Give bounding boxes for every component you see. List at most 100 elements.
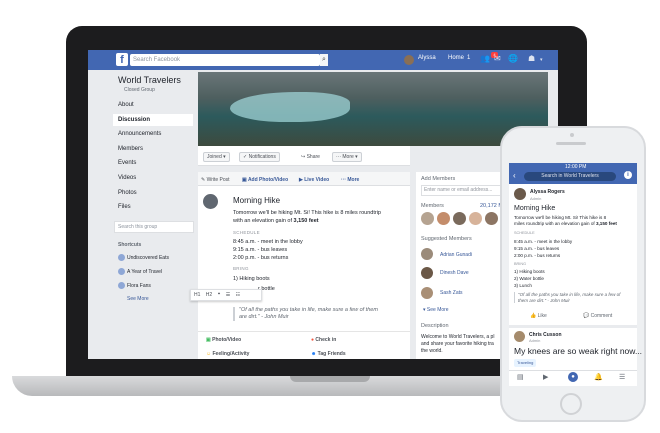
- schedule-label: SCHEDULE: [233, 230, 260, 235]
- product-mockup: f Search Facebook ⌕ Alyssa Home 1 👥 4 ✉ …: [0, 0, 660, 433]
- notifications-button[interactable]: ✓ Notifications: [239, 152, 280, 162]
- write-post-label: Write Post: [206, 177, 230, 183]
- nav-item-members[interactable]: Members: [118, 146, 143, 152]
- bring-label: BRING: [233, 266, 249, 271]
- notifications-icon[interactable]: 🌐: [508, 54, 518, 63]
- photo-video-option[interactable]: ▣ Photo/Video: [206, 337, 241, 343]
- schedule-item[interactable]: 2:00 p.m. - bus returns: [233, 255, 288, 261]
- suggested-member-avatar[interactable]: [421, 267, 433, 279]
- group-title[interactable]: World Travelers: [118, 75, 181, 85]
- bulleted-list-icon[interactable]: ☰: [226, 292, 230, 298]
- mobile-bring-label: BRING: [514, 262, 527, 266]
- nav-item-photos[interactable]: Photos: [118, 190, 137, 196]
- mobile-schedule-label: SCHEDULE: [514, 231, 535, 235]
- add-photo-video-tab[interactable]: ▣ Add Photo/Video: [242, 177, 288, 183]
- post-line-2[interactable]: with an elevation gain of 3,150 feet: [233, 218, 319, 224]
- nav-item-about[interactable]: About: [118, 102, 134, 108]
- status-bar-time: 12:00 PM: [565, 164, 587, 170]
- write-post-tab[interactable]: ✎ Write Post: [201, 177, 230, 183]
- messages-icon[interactable]: ✉: [494, 54, 501, 63]
- schedule-item[interactable]: 8:45 a.m. - meet in the lobby: [233, 239, 303, 245]
- nav-item-events[interactable]: Events: [118, 160, 136, 166]
- see-more-link[interactable]: See More: [127, 296, 149, 302]
- add-members-input[interactable]: Enter name or email address...: [421, 185, 501, 196]
- schedule-item[interactable]: 9:15 a.m. - bus leaves: [233, 247, 287, 253]
- nav-item-discussion[interactable]: Discussion: [118, 117, 150, 123]
- joined-button[interactable]: Joined ▾: [203, 152, 230, 162]
- nav-item-announcements[interactable]: Announcements: [118, 131, 161, 137]
- bring-item[interactable]: 1) Hiking boots: [233, 276, 270, 282]
- numbered-list-icon[interactable]: ☷: [236, 292, 240, 298]
- info-icon[interactable]: i: [624, 171, 632, 179]
- topic-tag[interactable]: Traveling: [514, 359, 537, 367]
- add-members-heading: Add Members: [421, 176, 456, 182]
- group-search-input[interactable]: Search this group: [114, 221, 194, 233]
- suggested-member-avatar[interactable]: [421, 287, 433, 299]
- see-more-members-link[interactable]: ▾ See More: [423, 307, 449, 313]
- author-avatar[interactable]: [514, 188, 526, 200]
- member-avatar[interactable]: [453, 212, 466, 225]
- home-link[interactable]: Home: [448, 55, 464, 61]
- search-icon[interactable]: ⌕: [320, 54, 328, 66]
- notifications-bell-icon[interactable]: 🔔: [594, 373, 603, 381]
- comment-button[interactable]: 💬 Comment: [583, 313, 612, 319]
- member-avatar[interactable]: [469, 212, 482, 225]
- feeling-label: Feeling/Activity: [212, 351, 250, 357]
- more-button[interactable]: ··· More ▾: [332, 152, 362, 162]
- more-label: More: [342, 154, 354, 160]
- author-role: Admin: [529, 338, 541, 343]
- heading-1-button[interactable]: H1: [194, 292, 200, 298]
- tag-friends-option[interactable]: ☻ Tag Friends: [311, 351, 346, 357]
- friend-requests-icon[interactable]: 👥: [480, 54, 490, 63]
- shortcut-a-year-of-travel[interactable]: A Year of Travel: [118, 268, 162, 275]
- menu-icon[interactable]: ☰: [619, 373, 625, 381]
- nav-item-files[interactable]: Files: [118, 204, 131, 210]
- feeling-option[interactable]: ☺ Feeling/Activity: [206, 351, 249, 357]
- facebook-top-bar: f Search Facebook ⌕ Alyssa Home 1 👥 4 ✉ …: [88, 50, 558, 70]
- live-video-tab[interactable]: ▶ Live Video: [299, 177, 329, 183]
- heading-2-button[interactable]: H2: [206, 292, 212, 298]
- watch-icon[interactable]: ▶: [543, 373, 548, 381]
- phone-home-button[interactable]: [560, 393, 582, 415]
- post-quote[interactable]: "Of all the paths you take in life, make…: [233, 307, 383, 321]
- like-button[interactable]: 👍 Like: [530, 313, 547, 319]
- author-avatar[interactable]: [514, 331, 525, 342]
- suggested-member-name[interactable]: Sash Zats: [440, 290, 463, 296]
- back-arrow-icon[interactable]: ‹: [513, 171, 516, 180]
- quick-help-icon[interactable]: ☗: [528, 54, 535, 63]
- member-avatar[interactable]: [421, 212, 434, 225]
- group-description: Welcome to World Travelers, a pl and sha…: [421, 334, 494, 355]
- search-input[interactable]: Search Facebook: [130, 54, 320, 66]
- home-count-badge: 1: [467, 55, 471, 61]
- suggested-member-avatar[interactable]: [421, 248, 433, 260]
- photo-icon: ▣: [206, 337, 211, 343]
- member-avatar[interactable]: [485, 212, 498, 225]
- post-title[interactable]: Morning Hike: [233, 196, 280, 205]
- mobile-search-input[interactable]: Search in World Travelers: [524, 172, 616, 181]
- cover-photo-sea: [230, 92, 350, 122]
- account-menu-icon[interactable]: ▾: [540, 57, 543, 63]
- suggested-member-name[interactable]: Dinesh Dave: [440, 270, 469, 276]
- profile-link[interactable]: Alyssa: [418, 55, 436, 61]
- composer-more-tab[interactable]: ··· More: [341, 177, 359, 183]
- suggested-member-name[interactable]: Adrian Gunadi: [440, 252, 472, 258]
- check-in-option[interactable]: ● Check in: [311, 337, 336, 343]
- groups-icon[interactable]: ●: [568, 372, 578, 382]
- shortcut-flora-fans[interactable]: Flora Fans: [118, 282, 151, 289]
- mobile-schedule-item: 9:15 a.m. - bus leaves: [514, 246, 560, 251]
- post-line-2-text: with an elevation gain of: [233, 218, 294, 224]
- mobile-bring-item: 2) Water bottle: [514, 276, 544, 281]
- composer-more-label: More: [347, 177, 360, 183]
- shortcut-undiscovered-eats[interactable]: Undiscovered Eats: [118, 254, 169, 261]
- member-avatar[interactable]: [437, 212, 450, 225]
- avatar[interactable]: [404, 55, 414, 65]
- quote-icon[interactable]: ❝: [218, 292, 221, 298]
- suggested-members-heading: Suggested Members: [421, 236, 472, 242]
- nav-item-videos[interactable]: Videos: [118, 175, 136, 181]
- author-name[interactable]: Alyssa Rogers: [530, 189, 565, 195]
- share-button[interactable]: ↪ Share: [297, 152, 324, 162]
- shortcut-label: Undiscovered Eats: [127, 255, 169, 261]
- post-line-1[interactable]: Tomorrow we'll be hiking Mt. Si! This hi…: [233, 210, 381, 216]
- facebook-logo-icon[interactable]: f: [116, 53, 128, 66]
- news-feed-icon[interactable]: ▤: [517, 373, 524, 381]
